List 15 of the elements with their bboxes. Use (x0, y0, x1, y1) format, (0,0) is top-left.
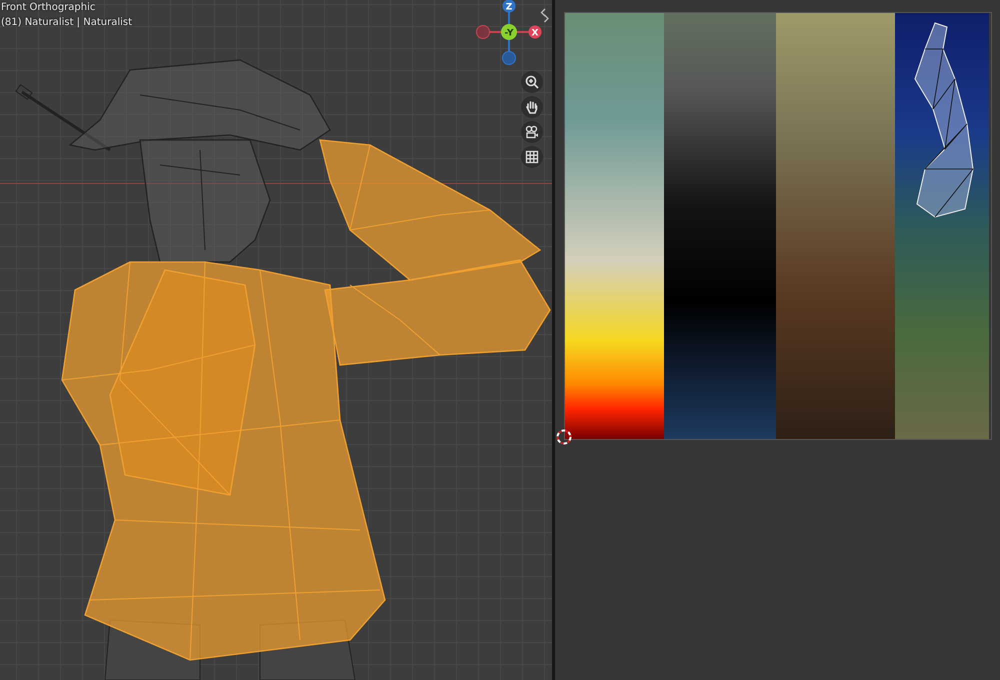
3d-viewport[interactable]: Front Orthographic (81) Naturalist | Naturalist Z -Y X (0, 0, 552, 680)
grid-icon (525, 150, 539, 164)
view-name: Front Orthographic (1, 1, 96, 15)
camera-button[interactable] (521, 121, 543, 143)
axis-gizmo[interactable]: Z -Y X (474, 0, 548, 66)
zoom-button[interactable] (521, 71, 543, 93)
pan-button[interactable] (521, 96, 543, 118)
zoom-icon (525, 75, 539, 89)
camera-icon (525, 125, 539, 139)
chevron-left-icon[interactable] (540, 8, 547, 17)
collection-info: (81) Naturalist | Naturalist (1, 16, 132, 30)
hand-icon (525, 100, 539, 114)
grid-button[interactable] (521, 146, 543, 168)
3d-cursor-icon (555, 428, 573, 446)
chevron-right-icon[interactable] (543, 14, 550, 23)
